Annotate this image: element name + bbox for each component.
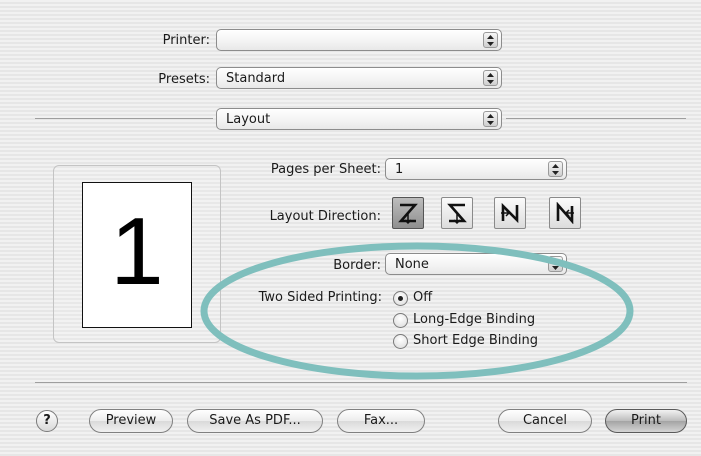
pages-per-sheet-popup[interactable]: 1 [385,158,567,180]
section-popup[interactable]: Layout [216,108,502,130]
z-direction-icon [398,203,418,224]
bottom-separator [35,382,687,383]
layout-direction-n-button[interactable] [494,197,526,229]
help-button[interactable]: ? [36,410,58,432]
presets-popup[interactable]: Standard [216,67,502,89]
pages-per-sheet-label: Pages per Sheet: [270,162,381,177]
page-number: 1 [110,198,164,305]
layout-direction-z-button[interactable] [392,197,424,229]
layout-direction-s-button[interactable] [441,197,473,229]
highlight-ellipse [200,242,634,380]
updown-arrows-icon [483,111,498,127]
n-reverse-direction-icon [556,202,574,224]
page-preview: 1 [82,182,192,328]
layout-direction-n-reverse-button[interactable] [549,197,581,229]
n-direction-icon [501,202,519,224]
section-separator-right [506,118,686,119]
layout-direction-label: Layout Direction: [269,209,381,224]
preview-button[interactable]: Preview [89,409,173,433]
cancel-button[interactable]: Cancel [498,409,592,433]
presets-value: Standard [226,71,286,86]
s-direction-icon [447,203,467,224]
fax-button[interactable]: Fax... [337,409,425,433]
section-value: Layout [226,112,271,127]
updown-arrows-icon [483,70,498,86]
pages-per-sheet-value: 1 [395,162,404,177]
save-as-pdf-button[interactable]: Save As PDF... [187,409,323,433]
print-button[interactable]: Print [605,409,687,433]
section-separator-left [35,118,213,119]
printer-popup[interactable] [216,29,502,51]
printer-label: Printer: [162,33,210,48]
updown-arrows-icon [483,32,498,48]
presets-label: Presets: [158,72,210,87]
updown-arrows-icon [548,161,563,177]
